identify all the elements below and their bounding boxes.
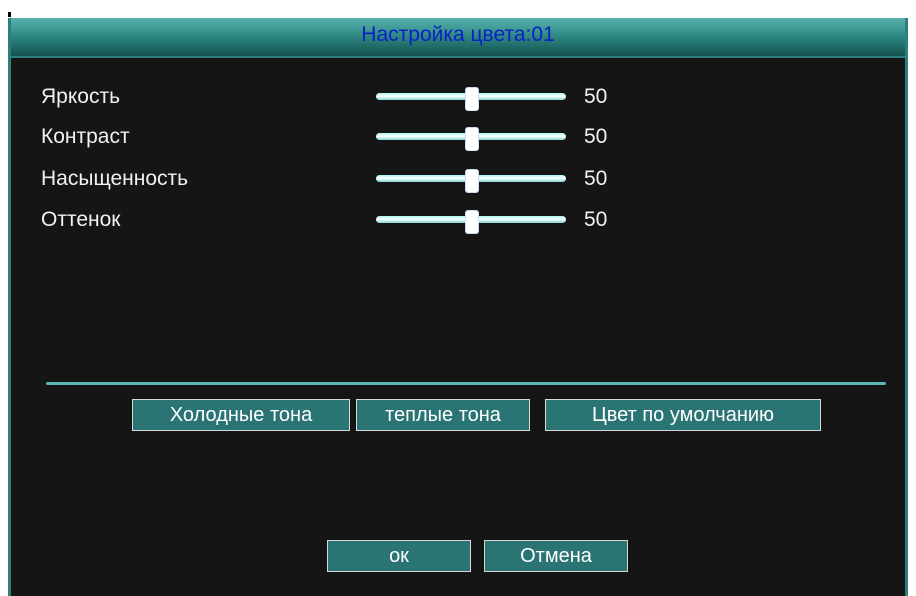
hue-slider[interactable] — [376, 210, 566, 234]
slider-thumb[interactable] — [465, 210, 479, 234]
slider-thumb[interactable] — [465, 87, 479, 111]
slider-thumb[interactable] — [465, 127, 479, 151]
brightness-value: 50 — [584, 85, 608, 108]
saturation-slider[interactable] — [376, 169, 566, 193]
slider-thumb[interactable] — [465, 169, 479, 193]
saturation-label: Насыщенность — [41, 167, 189, 190]
dialog-titlebar: Настройка цвета:01 — [11, 18, 905, 56]
color-settings-dialog: Настройка цвета:01 Яркость 50 Контраст 5… — [8, 18, 908, 596]
default-color-button[interactable]: Цвет по умолчанию — [545, 399, 821, 431]
hue-value: 50 — [584, 208, 608, 231]
hue-label: Оттенок — [41, 208, 121, 231]
dialog-title: Настройка цвета:01 — [361, 23, 555, 46]
cold-tones-button[interactable]: Холодные тона — [132, 399, 350, 431]
title-underline — [11, 56, 905, 58]
contrast-label: Контраст — [41, 125, 130, 148]
ok-button[interactable]: ок — [327, 540, 471, 572]
contrast-slider[interactable] — [376, 127, 566, 151]
warm-tones-button[interactable]: теплые тона — [356, 399, 530, 431]
cancel-button[interactable]: Отмена — [484, 540, 628, 572]
corner-mark — [8, 12, 11, 17]
brightness-slider[interactable] — [376, 87, 566, 111]
brightness-label: Яркость — [41, 85, 121, 108]
saturation-value: 50 — [584, 167, 608, 190]
section-divider — [46, 382, 886, 385]
contrast-value: 50 — [584, 125, 608, 148]
